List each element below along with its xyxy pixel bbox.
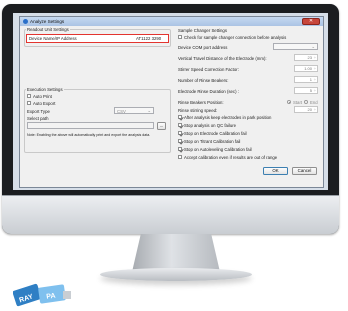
- com-port-select[interactable]: ⌄: [273, 43, 318, 50]
- svg-text:PA: PA: [46, 293, 56, 301]
- monitor-stand-base: [100, 268, 252, 281]
- com-port-label: Device COM port address: [178, 45, 228, 50]
- rinse-end-radio[interactable]: [304, 100, 308, 104]
- auto-export-checkbox[interactable]: [27, 101, 31, 105]
- monitor: Analyze Settings ✕ Readout Unit Settings…: [2, 4, 339, 234]
- device-ip-input[interactable]: AT1122 3290: [136, 36, 161, 41]
- export-type-label: Export Type: [27, 109, 50, 114]
- export-type-select[interactable]: CSV ⌄: [114, 107, 154, 114]
- chevron-down-icon: ⌄: [311, 44, 315, 49]
- usb-drive-logo: RAY PA: [13, 283, 71, 307]
- rinse-position-label: Rinse Beakers Position:: [178, 100, 224, 105]
- rinse-duration-label: Electrode Rinse Duration (sec) :: [178, 89, 239, 94]
- title-bar: Analyze Settings: [20, 17, 323, 26]
- stop-autoleveling-label: Stop on Autoleveling Calibration fail: [184, 147, 252, 152]
- stop-qc-label: Stop analysis on QC failure: [184, 123, 237, 128]
- check-connection-checkbox[interactable]: [178, 35, 182, 39]
- travel-distance-label: Vertical Travel Distance of the Electrod…: [178, 56, 267, 61]
- auto-print-checkbox[interactable]: [27, 94, 31, 98]
- keep-park-checkbox[interactable]: [178, 115, 182, 119]
- rinse-duration-spinner[interactable]: 5: [294, 87, 318, 94]
- keep-park-label: After analysis keep electrodes in park p…: [184, 115, 272, 120]
- execution-group-title: Execution Settings: [26, 87, 64, 92]
- rinse-end-label: End: [310, 100, 318, 105]
- rinse-beakers-spinner[interactable]: 1: [294, 76, 318, 83]
- rinse-start-label: Start: [293, 100, 303, 105]
- travel-distance-spinner[interactable]: 23: [294, 54, 318, 61]
- auto-print-label: Auto Print: [33, 94, 52, 99]
- monitor-stand-neck: [132, 234, 220, 272]
- analyze-settings-dialog: Analyze Settings ✕ Readout Unit Settings…: [19, 16, 324, 188]
- close-button[interactable]: ✕: [302, 18, 320, 25]
- auto-export-label: Auto Export: [33, 101, 56, 106]
- app-icon: [23, 19, 28, 24]
- chevron-down-icon: ⌄: [147, 108, 151, 113]
- select-path-label: Select path: [27, 116, 49, 121]
- stirring-speed-label: Rinse stirring speed:: [178, 108, 218, 113]
- browse-button[interactable]: ...: [157, 122, 166, 130]
- accept-calibration-checkbox[interactable]: [178, 155, 182, 159]
- stop-titrant-label: Stop on Titrant Calibration fail: [184, 139, 241, 144]
- dialog-title: Analyze Settings: [30, 19, 65, 24]
- stirrer-factor-spinner[interactable]: 1.00: [294, 65, 318, 72]
- export-type-value: CSV: [117, 109, 126, 114]
- readout-group-title: Readout Unit Settings: [26, 27, 70, 32]
- rinse-beakers-label: Number of Rinse Beakers:: [178, 78, 229, 83]
- check-connection-label: Check for sample changer connection befo…: [184, 35, 287, 40]
- cancel-button[interactable]: Cancel: [292, 167, 317, 175]
- device-name-label: Device Name/IP Address: [29, 36, 77, 41]
- select-path-input[interactable]: [27, 122, 154, 129]
- accept-calibration-label: Accept calibration even if results are o…: [184, 155, 278, 160]
- monitor-screen: Analyze Settings ✕ Readout Unit Settings…: [13, 13, 328, 190]
- monitor-chin: [2, 195, 339, 234]
- sample-changer-group-title: Sample Changer Settings: [178, 28, 227, 33]
- stop-electrode-label: Stop on Electrode Calibration fail: [184, 131, 247, 136]
- ok-button[interactable]: OK: [263, 167, 288, 175]
- stirrer-factor-label: Stirrer Speed Correction Factor:: [178, 67, 239, 72]
- stop-electrode-checkbox[interactable]: [178, 131, 182, 135]
- stirring-speed-spinner[interactable]: 20: [294, 106, 318, 113]
- stop-qc-checkbox[interactable]: [178, 123, 182, 127]
- stop-titrant-checkbox[interactable]: [178, 139, 182, 143]
- execution-note: Note: Enabling the above will automatica…: [27, 133, 151, 137]
- rinse-start-radio[interactable]: [287, 100, 291, 104]
- stop-autoleveling-checkbox[interactable]: [178, 147, 182, 151]
